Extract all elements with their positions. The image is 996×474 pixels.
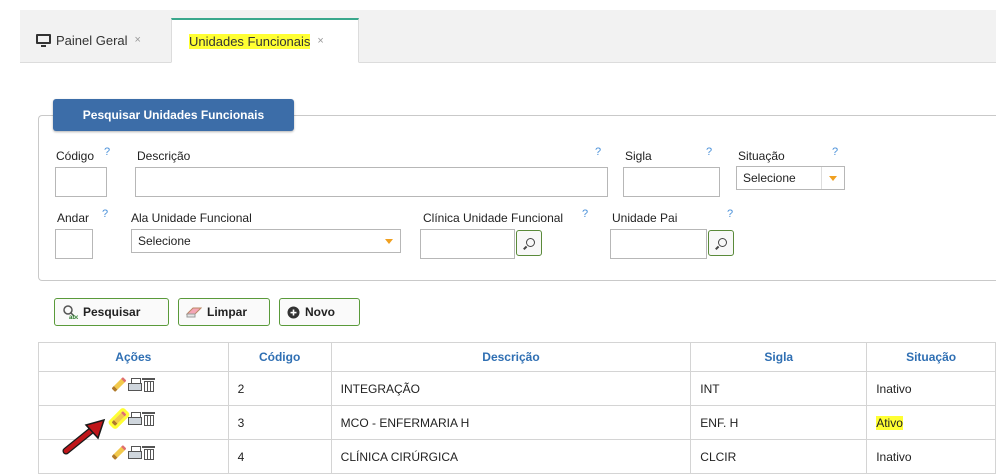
- cell-codigo: 3: [227, 405, 332, 440]
- column-header-acoes[interactable]: Ações: [38, 342, 229, 372]
- annotation-arrow-icon: [62, 418, 106, 455]
- search-panel: [38, 115, 996, 281]
- tab-label: Unidades Funcionais: [189, 33, 311, 49]
- help-icon[interactable]: ?: [582, 208, 588, 220]
- clinica-search-button[interactable]: [516, 230, 542, 256]
- search-button-label: Pesquisar: [83, 305, 141, 319]
- table-row[interactable]: 2 INTEGRAÇÃO INT Inativo: [38, 371, 996, 406]
- situacao-select[interactable]: Selecione: [736, 166, 845, 190]
- table-header-row: Ações Código Descrição Sigla Situação: [38, 342, 996, 372]
- cell-sigla: CLCIR: [690, 439, 868, 474]
- clinica-input[interactable]: [420, 229, 515, 259]
- unidade-pai-input[interactable]: [610, 229, 707, 259]
- chevron-down-icon[interactable]: [821, 167, 844, 189]
- plus-circle-icon: [287, 306, 300, 318]
- table-row[interactable]: 3 MCO - ENFERMARIA H ENF. H Ativo: [38, 405, 996, 440]
- search-button[interactable]: abc Pesquisar: [54, 298, 169, 326]
- cell-descricao: MCO - ENFERMARIA H: [330, 405, 692, 440]
- clear-button[interactable]: Limpar: [178, 298, 270, 326]
- help-icon[interactable]: ?: [832, 146, 838, 158]
- help-icon[interactable]: ?: [727, 208, 733, 220]
- situacao-label: Situação: [738, 149, 785, 163]
- cell-descricao: CLÍNICA CIRÚRGICA: [330, 439, 692, 474]
- search-icon: [717, 237, 727, 247]
- codigo-input[interactable]: [55, 167, 107, 197]
- ala-selected: Selecione: [138, 234, 191, 248]
- new-button-label: Novo: [305, 305, 335, 319]
- ala-select[interactable]: Selecione: [131, 229, 401, 253]
- cell-situacao: Inativo: [866, 371, 996, 406]
- row-actions: [38, 371, 229, 406]
- tab-painel-geral[interactable]: Painel Geral ×: [36, 18, 141, 62]
- eraser-icon: [186, 307, 202, 318]
- help-icon[interactable]: ?: [706, 146, 712, 158]
- printer-icon[interactable]: [128, 378, 143, 391]
- cell-codigo: 4: [227, 439, 332, 474]
- andar-input[interactable]: [55, 229, 93, 259]
- descricao-input[interactable]: [135, 167, 608, 197]
- tab-unidades-funcionais[interactable]: Unidades Funcionais ×: [171, 18, 359, 63]
- column-header-codigo[interactable]: Código: [227, 342, 332, 372]
- search-icon: [525, 237, 535, 247]
- clinica-label: Clínica Unidade Funcional: [423, 211, 564, 225]
- help-icon[interactable]: ?: [595, 146, 601, 158]
- trash-icon[interactable]: [142, 378, 156, 392]
- situacao-selected: Selecione: [743, 171, 796, 185]
- tab-bar: Painel Geral × Unidades Funcionais ×: [20, 10, 996, 63]
- new-button[interactable]: Novo: [279, 298, 360, 326]
- help-icon[interactable]: ?: [104, 146, 110, 158]
- codigo-label: Código: [56, 149, 95, 163]
- unidade-pai-search-button[interactable]: [708, 230, 734, 256]
- andar-label: Andar: [57, 211, 90, 225]
- clear-button-label: Limpar: [207, 305, 248, 319]
- tab-label: Painel Geral: [56, 32, 128, 48]
- close-icon[interactable]: ×: [135, 34, 141, 46]
- edit-pencil-icon[interactable]: [111, 377, 127, 392]
- column-header-descricao[interactable]: Descrição: [330, 342, 692, 372]
- trash-icon[interactable]: [142, 446, 156, 460]
- edit-pencil-icon[interactable]: [111, 411, 127, 426]
- help-icon[interactable]: ?: [102, 208, 108, 220]
- unidade-pai-label: Unidade Pai: [612, 211, 678, 225]
- monitor-icon: [36, 34, 51, 47]
- printer-icon[interactable]: [128, 412, 143, 425]
- edit-pencil-icon[interactable]: [111, 445, 127, 460]
- column-header-situacao[interactable]: Situação: [866, 342, 996, 372]
- cell-situacao-cell: Ativo: [866, 405, 996, 440]
- trash-icon[interactable]: [142, 412, 156, 426]
- cell-situacao: Inativo: [866, 439, 996, 474]
- search-panel-title: Pesquisar Unidades Funcionais: [53, 99, 294, 131]
- ala-label: Ala Unidade Funcional: [131, 211, 252, 225]
- chevron-down-icon[interactable]: [378, 230, 400, 252]
- cell-sigla: INT: [690, 371, 868, 406]
- printer-icon[interactable]: [128, 446, 143, 459]
- search-text-icon: abc: [63, 305, 78, 320]
- cell-descricao: INTEGRAÇÃO: [330, 371, 692, 406]
- cell-situacao: Ativo: [876, 415, 903, 430]
- column-header-sigla[interactable]: Sigla: [690, 342, 868, 372]
- cell-sigla: ENF. H: [690, 405, 868, 440]
- descricao-label: Descrição: [137, 149, 191, 163]
- cell-codigo: 2: [227, 371, 332, 406]
- sigla-input[interactable]: [623, 167, 720, 197]
- svg-text:abc: abc: [69, 315, 78, 320]
- close-icon[interactable]: ×: [317, 35, 323, 47]
- sigla-label: Sigla: [625, 149, 652, 163]
- results-table: Ações Código Descrição Sigla Situação 2 …: [38, 342, 996, 474]
- table-row[interactable]: 4 CLÍNICA CIRÚRGICA CLCIR Inativo: [38, 439, 996, 474]
